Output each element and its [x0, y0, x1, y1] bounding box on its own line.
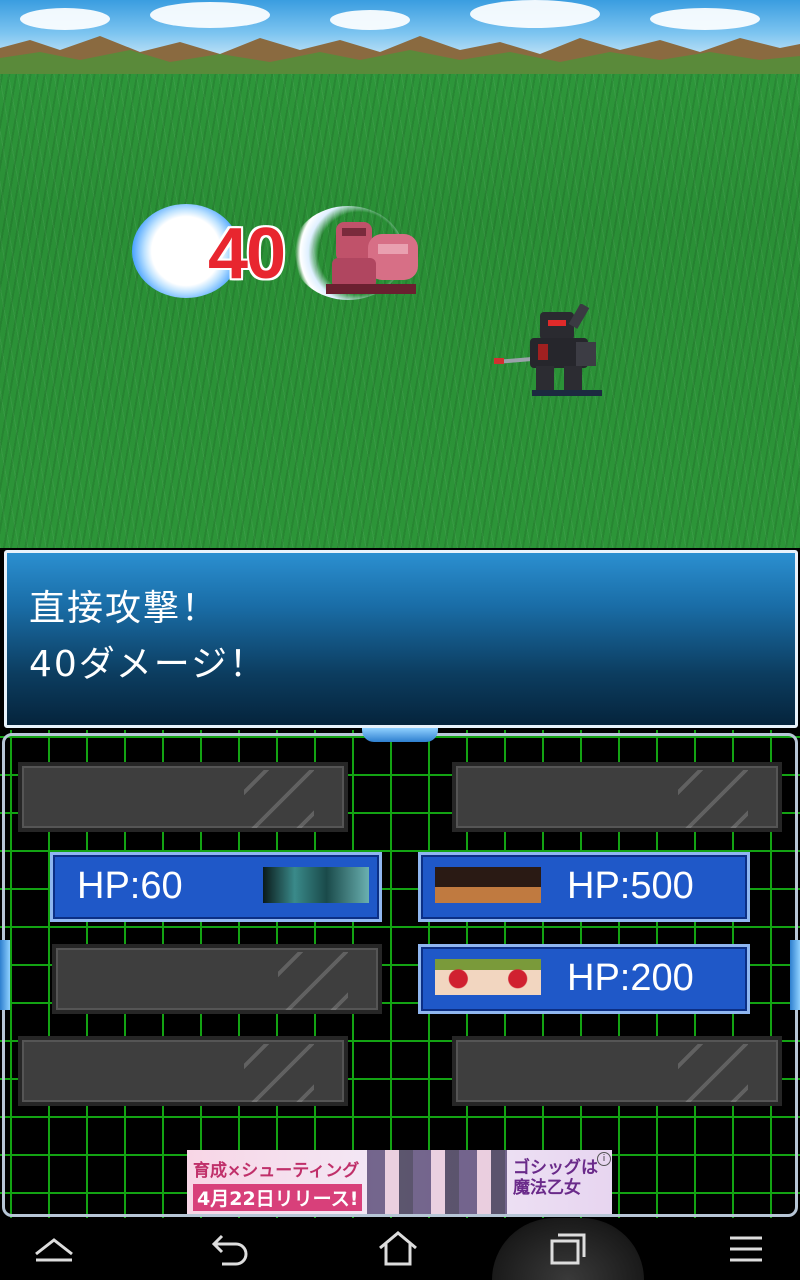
- right-unit-bottom-portrait: [435, 959, 541, 995]
- enemy-pink-mech[interactable]: [318, 214, 428, 298]
- message-line-1: 直接攻撃！: [29, 588, 220, 629]
- mountain-range: [0, 36, 800, 74]
- left-slot-4[interactable]: [18, 1036, 348, 1106]
- ad-logo-text: ゴシッグは魔法乙女: [513, 1158, 598, 1198]
- ad-info-icon[interactable]: i: [597, 1152, 611, 1166]
- panel-left-notch: [0, 940, 10, 1010]
- right-unit-top-slot[interactable]: HP:500: [418, 852, 750, 922]
- ad-banner[interactable]: 育成×シューティング 4月22日リリース! ゴシッグは魔法乙女 i: [187, 1150, 612, 1214]
- left-unit-portrait: [263, 867, 369, 903]
- recents-icon[interactable]: [528, 1218, 608, 1280]
- left-slot-1[interactable]: [18, 762, 348, 832]
- ad-line-1: 育成×シューティング: [193, 1161, 360, 1181]
- panel-right-notch: [790, 940, 800, 1010]
- player-black-mech[interactable]: [494, 304, 606, 400]
- menu-icon[interactable]: [706, 1218, 786, 1280]
- home-icon[interactable]: [358, 1218, 438, 1280]
- battlefield: 40: [0, 0, 800, 548]
- back-icon[interactable]: [188, 1218, 268, 1280]
- left-unit-slot[interactable]: HP:60: [50, 852, 382, 922]
- left-unit-hp: HP:60: [77, 865, 183, 907]
- panel-top-notch: [362, 728, 438, 742]
- right-slot-1[interactable]: [452, 762, 782, 832]
- ad-characters-image: [367, 1150, 507, 1214]
- right-unit-top-portrait: [435, 867, 541, 903]
- right-slot-4[interactable]: [452, 1036, 782, 1106]
- damage-number: 40: [208, 214, 286, 294]
- battle-message-box[interactable]: 直接攻撃！ 40ダメージ！: [4, 550, 798, 728]
- ad-line-2: 4月22日リリース!: [193, 1184, 363, 1211]
- system-navigation-bar: [0, 1218, 800, 1280]
- message-line-2: 40ダメージ！: [29, 644, 268, 685]
- left-slot-3[interactable]: [52, 944, 382, 1014]
- right-unit-bottom-hp: HP:200: [567, 957, 694, 999]
- right-unit-bottom-slot[interactable]: HP:200: [418, 944, 750, 1014]
- up-chevron-icon[interactable]: [14, 1218, 94, 1280]
- right-unit-top-hp: HP:500: [567, 865, 694, 907]
